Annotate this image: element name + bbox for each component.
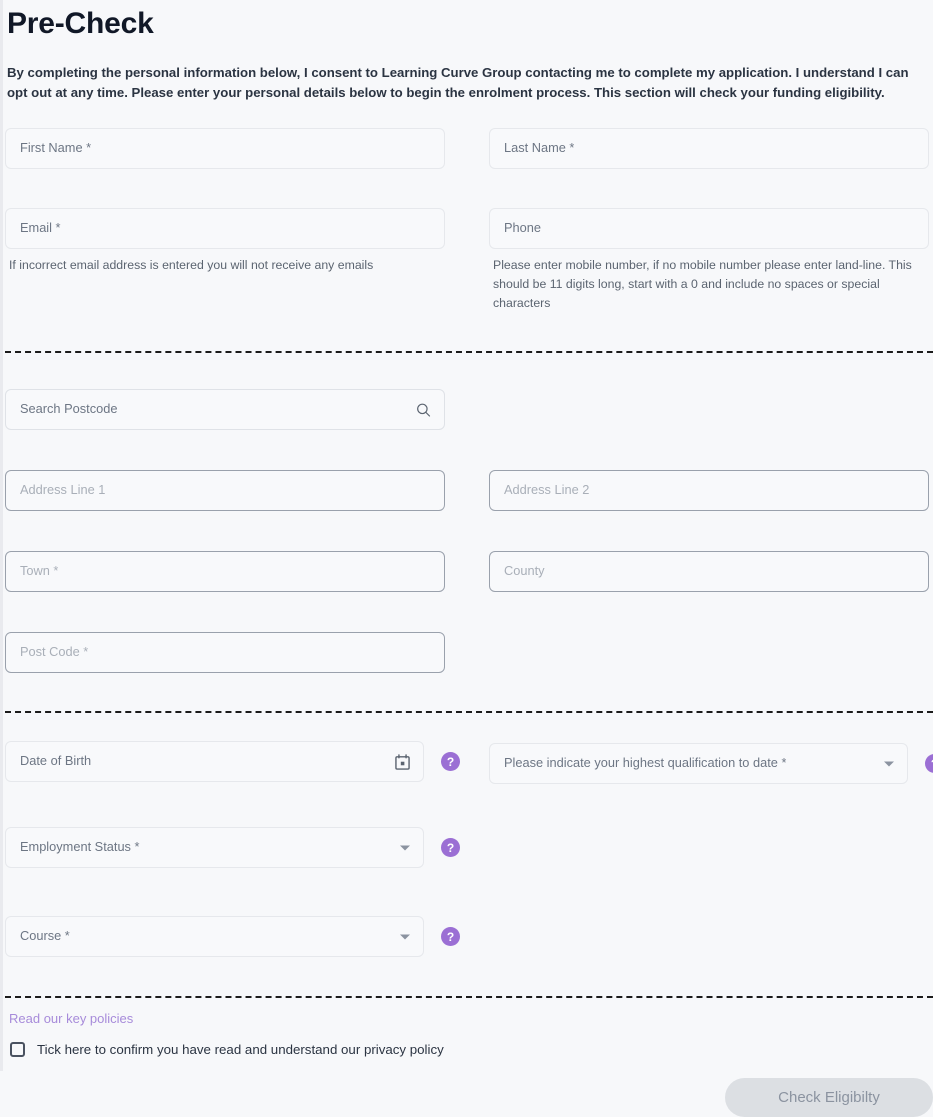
employment-status-group: Employment Status * ? [5, 827, 460, 868]
address-line1-group: Address Line 1 [5, 470, 445, 511]
first-name-group: First Name * [5, 128, 445, 169]
divider-eligibility [5, 711, 933, 713]
divider-address [5, 351, 933, 353]
address-line2-placeholder: Address Line 2 [504, 484, 590, 497]
email-group: Email * If incorrect email address is en… [5, 208, 445, 313]
date-of-birth-placeholder: Date of Birth [20, 755, 92, 768]
read-key-policies-link[interactable]: Read our key policies [5, 1011, 133, 1026]
page-left-edge [0, 0, 3, 1071]
county-input[interactable]: County [489, 551, 929, 592]
employment-status-select[interactable]: Employment Status * [5, 827, 424, 868]
post-code-placeholder: Post Code * [20, 646, 89, 659]
calendar-icon[interactable] [395, 753, 410, 770]
course-select[interactable]: Course * [5, 916, 424, 957]
phone-placeholder: Phone [504, 222, 542, 235]
phone-helper-text: Please enter mobile number, if no mobile… [493, 258, 912, 310]
course-placeholder: Course * [20, 930, 70, 943]
chevron-down-icon[interactable] [884, 761, 894, 766]
contact-row: Email * If incorrect email address is en… [5, 208, 933, 313]
precheck-form-page: Pre-Check By completing the personal inf… [0, 0, 933, 1117]
course-row: Course * ? [5, 916, 933, 957]
check-eligibility-button[interactable]: Check Eligibilty [725, 1078, 933, 1117]
town-input[interactable]: Town * [5, 551, 445, 592]
address-line1-input[interactable]: Address Line 1 [5, 470, 445, 511]
date-of-birth-input[interactable]: Date of Birth [5, 741, 424, 782]
qualification-placeholder: Please indicate your highest qualificati… [504, 757, 787, 770]
postcode-search-input[interactable]: Search Postcode [5, 389, 445, 430]
postcode-search-row: Search Postcode [5, 389, 933, 430]
date-of-birth-help-icon[interactable]: ? [441, 752, 460, 771]
privacy-consent-row[interactable]: Tick here to confirm you have read and u… [5, 1042, 925, 1057]
first-name-input[interactable]: First Name * [5, 128, 445, 169]
address-line1-placeholder: Address Line 1 [20, 484, 106, 497]
first-name-placeholder: First Name * [20, 142, 92, 155]
chevron-down-icon[interactable] [400, 934, 410, 939]
postcode-search-group: Search Postcode [5, 389, 445, 430]
postcode-row: Post Code * [5, 632, 933, 673]
county-group: County [489, 551, 929, 592]
phone-group: Phone Please enter mobile number, if no … [489, 208, 929, 313]
county-placeholder: County [504, 565, 545, 578]
page-title: Pre-Check [7, 7, 154, 40]
last-name-placeholder: Last Name * [504, 142, 575, 155]
employment-status-row: Employment Status * ? [5, 827, 933, 868]
date-of-birth-group: Date of Birth ? [5, 741, 460, 784]
chevron-down-icon[interactable] [400, 845, 410, 850]
privacy-consent-label: Tick here to confirm you have read and u… [37, 1041, 444, 1057]
privacy-policy-checkbox[interactable] [10, 1042, 25, 1057]
qualification-select[interactable]: Please indicate your highest qualificati… [489, 743, 908, 784]
dob-qualification-row: Date of Birth ? Please indicate your hig… [5, 741, 933, 784]
postcode-search-placeholder: Search Postcode [20, 403, 118, 416]
last-name-input[interactable]: Last Name * [489, 128, 929, 169]
qualification-group: Please indicate your highest qualificati… [489, 743, 933, 784]
name-row: First Name * Last Name * [5, 128, 933, 169]
email-input[interactable]: Email * [5, 208, 445, 249]
course-help-icon[interactable]: ? [441, 927, 460, 946]
email-helper-text: If incorrect email address is entered yo… [9, 258, 374, 272]
intro-consent-text: By completing the personal information b… [7, 65, 909, 100]
course-group: Course * ? [5, 916, 460, 957]
employment-status-help-icon[interactable]: ? [441, 838, 460, 857]
divider-footer [5, 996, 933, 998]
phone-input[interactable]: Phone [489, 208, 929, 249]
town-group: Town * [5, 551, 445, 592]
town-placeholder: Town * [20, 565, 59, 578]
employment-status-placeholder: Employment Status * [20, 841, 140, 854]
town-county-row: Town * County [5, 551, 933, 592]
address-line2-input[interactable]: Address Line 2 [489, 470, 929, 511]
qualification-help-icon[interactable]: ? [925, 754, 933, 773]
post-code-input[interactable]: Post Code * [5, 632, 445, 673]
address-line2-group: Address Line 2 [489, 470, 929, 511]
address-lines-row: Address Line 1 Address Line 2 [5, 470, 933, 511]
email-placeholder: Email * [20, 222, 61, 235]
last-name-group: Last Name * [489, 128, 929, 169]
post-code-group: Post Code * [5, 632, 445, 673]
search-icon[interactable] [416, 402, 431, 417]
